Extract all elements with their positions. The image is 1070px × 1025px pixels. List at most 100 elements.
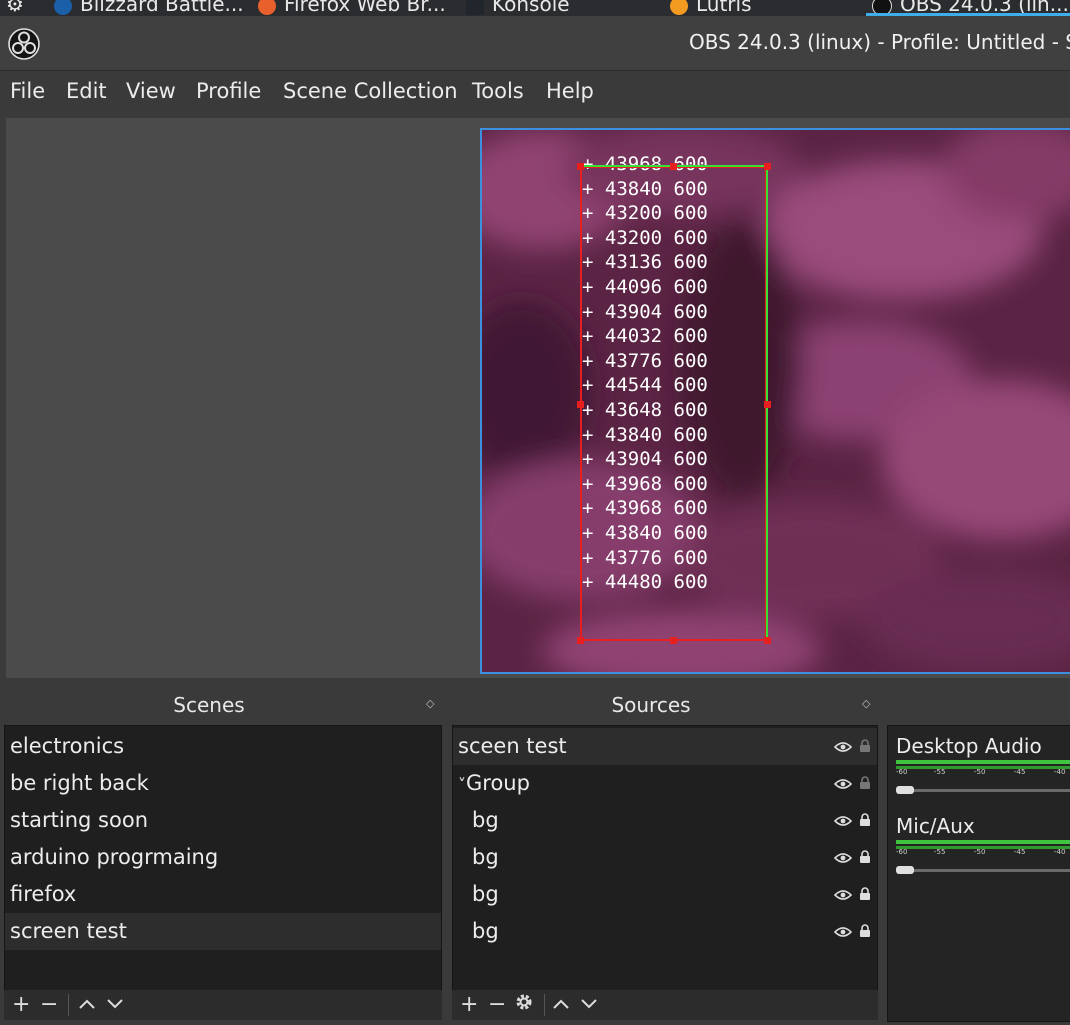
source-label: bg bbox=[472, 919, 499, 943]
toolbar-separator bbox=[544, 994, 545, 1016]
taskbar: ⚙ Blizzard Battle... Firefox Web Br... K… bbox=[0, 0, 1070, 16]
menu-view[interactable]: View bbox=[126, 79, 176, 103]
source-label: sceen test bbox=[458, 734, 567, 758]
lock-icon[interactable] bbox=[859, 739, 871, 753]
source-item[interactable]: bg bbox=[453, 802, 877, 839]
desktop-audio-label: Desktop Audio bbox=[896, 734, 1042, 758]
scenes-toolbar: + − bbox=[4, 990, 442, 1020]
system-gear-icon[interactable]: ⚙ bbox=[6, 0, 24, 16]
toolbar-separator bbox=[68, 994, 69, 1016]
add-source-button[interactable]: + bbox=[460, 992, 478, 1018]
task-label: OBS 24.0.3 (lin... bbox=[900, 0, 1069, 16]
source-item[interactable]: bg bbox=[453, 839, 877, 876]
source-label: bg bbox=[472, 845, 499, 869]
source-row-icons bbox=[834, 728, 871, 765]
dock-float-icon[interactable]: ◇ bbox=[862, 697, 870, 710]
mic-aux-meter bbox=[896, 840, 1070, 844]
lock-icon[interactable] bbox=[859, 924, 871, 938]
sources-list[interactable]: sceen test ˅Group bg bg bg bg bbox=[452, 725, 878, 992]
task-label: Firefox Web Br... bbox=[284, 0, 446, 16]
lock-icon[interactable] bbox=[859, 813, 871, 827]
menu-file[interactable]: File bbox=[10, 79, 45, 103]
dock-float-icon[interactable]: ◇ bbox=[426, 697, 434, 710]
add-scene-button[interactable]: + bbox=[12, 992, 30, 1018]
audio-mixer: Desktop Audio -60 -55 -50 -45 -40 Mic/Au… bbox=[887, 725, 1070, 1022]
desktop-audio-meter bbox=[896, 760, 1070, 764]
task-label: Lutris bbox=[696, 0, 752, 16]
blizzard-icon bbox=[54, 0, 72, 15]
eye-icon[interactable] bbox=[834, 852, 853, 864]
remove-scene-button[interactable]: − bbox=[40, 992, 58, 1018]
menu-edit[interactable]: Edit bbox=[66, 79, 107, 103]
scene-item[interactable]: screen test bbox=[5, 913, 441, 950]
desktop-audio-volume-slider[interactable] bbox=[896, 789, 1070, 792]
cloud-background bbox=[482, 130, 1070, 672]
obs-logo-icon bbox=[8, 28, 40, 60]
source-item[interactable]: bg bbox=[453, 876, 877, 913]
scene-item[interactable]: starting soon bbox=[5, 802, 441, 839]
chevron-up-icon bbox=[79, 999, 95, 1009]
tick-label: -50 bbox=[974, 848, 986, 856]
move-scene-down-button[interactable] bbox=[106, 992, 124, 1018]
eye-icon[interactable] bbox=[834, 741, 853, 753]
tick-label: -40 bbox=[1054, 768, 1066, 776]
group-expand-chevron-icon[interactable]: ˅ bbox=[458, 775, 466, 794]
task-konsole[interactable]: Konsole bbox=[466, 0, 570, 16]
source-row-icons bbox=[834, 876, 871, 913]
lock-icon[interactable] bbox=[859, 776, 871, 790]
lutris-icon bbox=[670, 0, 688, 15]
scene-item[interactable]: be right back bbox=[5, 765, 441, 802]
menu-profile[interactable]: Profile bbox=[196, 79, 261, 103]
scenes-dock-title: Scenes bbox=[173, 693, 245, 717]
resize-handle-tl[interactable] bbox=[577, 163, 584, 170]
konsole-icon bbox=[466, 0, 484, 15]
lock-icon[interactable] bbox=[859, 887, 871, 901]
scene-item[interactable]: electronics bbox=[5, 728, 441, 765]
resize-handle-t[interactable] bbox=[670, 163, 677, 170]
resize-handle-b[interactable] bbox=[670, 637, 677, 644]
resize-handle-l[interactable] bbox=[577, 401, 584, 408]
resize-handle-tr[interactable] bbox=[764, 163, 771, 170]
move-source-down-button[interactable] bbox=[580, 992, 598, 1018]
mic-aux-volume-knob[interactable] bbox=[896, 866, 914, 874]
tick-label: -45 bbox=[1014, 848, 1026, 856]
eye-icon[interactable] bbox=[834, 778, 853, 790]
lock-icon[interactable] bbox=[859, 850, 871, 864]
task-lutris[interactable]: Lutris bbox=[670, 0, 752, 16]
scene-item[interactable]: arduino progrmaing bbox=[5, 839, 441, 876]
resize-handle-br[interactable] bbox=[764, 637, 771, 644]
source-label: bg bbox=[472, 882, 499, 906]
source-group-item[interactable]: ˅Group bbox=[453, 765, 877, 802]
source-properties-button[interactable] bbox=[514, 992, 534, 1019]
menu-help[interactable]: Help bbox=[546, 79, 594, 103]
tick-label: -55 bbox=[934, 848, 946, 856]
eye-icon[interactable] bbox=[834, 889, 853, 901]
move-source-up-button[interactable] bbox=[552, 992, 570, 1018]
mic-aux-volume-slider[interactable] bbox=[896, 869, 1070, 872]
scene-item[interactable]: firefox bbox=[5, 876, 441, 913]
move-scene-up-button[interactable] bbox=[78, 992, 96, 1018]
sources-toolbar: + − bbox=[452, 990, 878, 1020]
task-blizzard[interactable]: Blizzard Battle... bbox=[54, 0, 244, 16]
source-item[interactable]: sceen test bbox=[453, 728, 877, 765]
remove-source-button[interactable]: − bbox=[488, 992, 506, 1018]
task-label: Konsole bbox=[492, 0, 570, 16]
task-obs[interactable]: OBS 24.0.3 (lin... bbox=[866, 0, 1070, 16]
eye-icon[interactable] bbox=[834, 815, 853, 827]
task-firefox[interactable]: Firefox Web Br... bbox=[258, 0, 446, 16]
selection-box[interactable] bbox=[580, 166, 767, 641]
preview-canvas[interactable]: + 43968 600 + 43840 600 + 43200 600 + 43… bbox=[480, 128, 1070, 674]
desktop-audio-volume-knob[interactable] bbox=[896, 786, 914, 794]
tick-label: -55 bbox=[934, 768, 946, 776]
eye-icon[interactable] bbox=[834, 926, 853, 938]
menu-tools[interactable]: Tools bbox=[472, 79, 524, 103]
tick-label: -60 bbox=[896, 768, 908, 776]
scenes-list[interactable]: electronics be right back starting soon ard… bbox=[4, 725, 442, 992]
source-row-icons bbox=[834, 839, 871, 876]
menu-scene-collection[interactable]: Scene Collection bbox=[283, 79, 458, 103]
tick-label: -60 bbox=[896, 848, 908, 856]
resize-handle-r[interactable] bbox=[764, 401, 771, 408]
chevron-down-icon bbox=[581, 999, 597, 1009]
source-item[interactable]: bg bbox=[453, 913, 877, 950]
resize-handle-bl[interactable] bbox=[577, 637, 584, 644]
